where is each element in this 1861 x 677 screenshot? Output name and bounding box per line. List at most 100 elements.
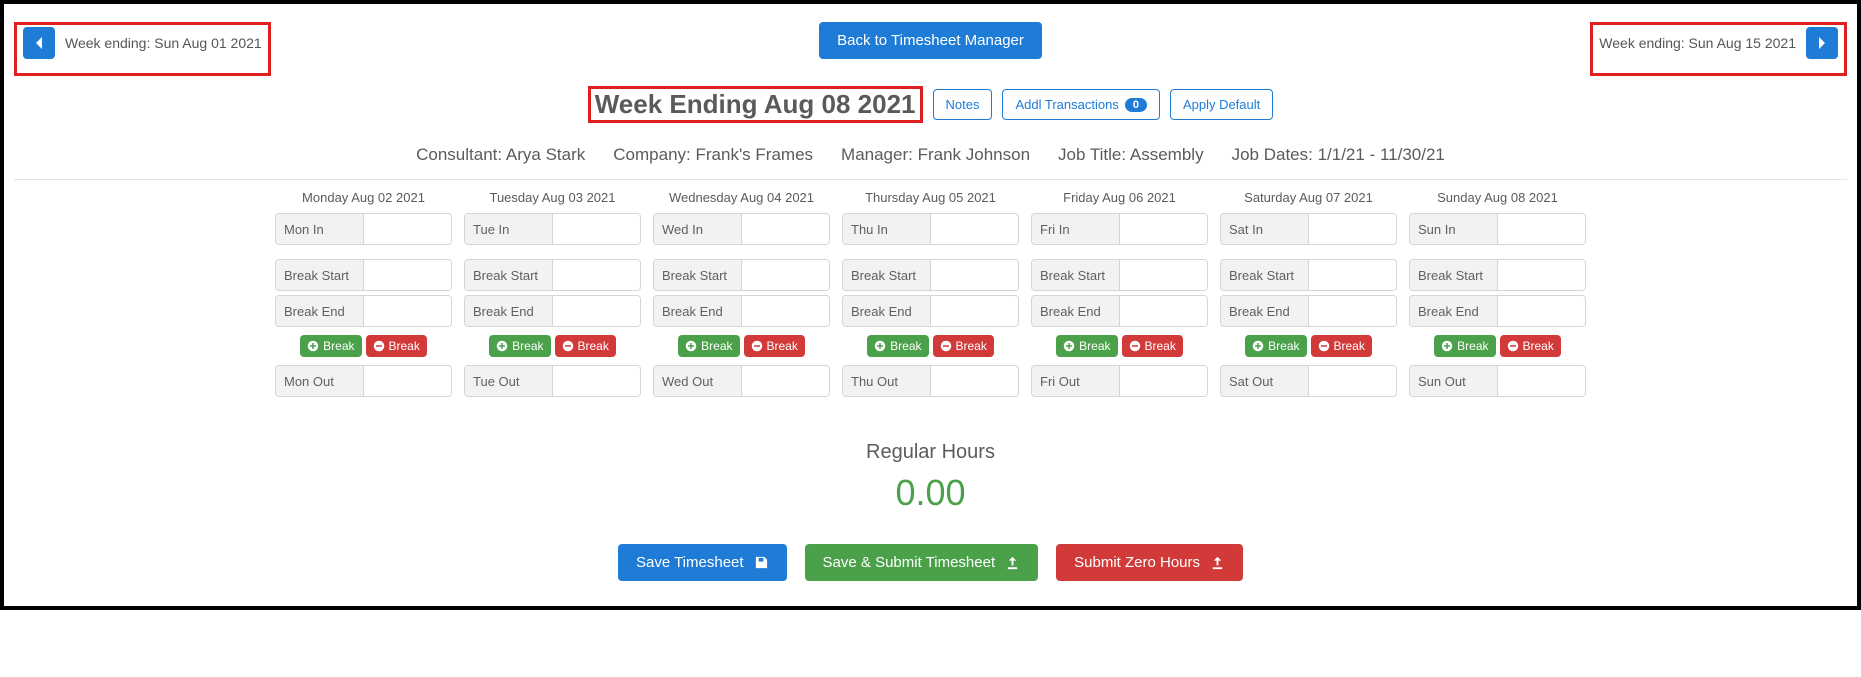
day-header: Tuesday Aug 03 2021 — [489, 190, 615, 205]
break-buttons: BreakBreak — [489, 335, 616, 357]
day-header: Thursday Aug 05 2021 — [865, 190, 996, 205]
time-in-input[interactable] — [364, 214, 451, 244]
break-buttons: BreakBreak — [1434, 335, 1561, 357]
break-start-input[interactable] — [931, 260, 1018, 290]
minus-circle-icon — [373, 340, 385, 352]
remove-break-button[interactable]: Break — [1311, 335, 1372, 357]
remove-break-button[interactable]: Break — [1500, 335, 1561, 357]
break-start-row: Break Start — [1031, 259, 1208, 291]
submit-zero-button[interactable]: Submit Zero Hours — [1056, 544, 1243, 581]
add-break-button[interactable]: Break — [1434, 335, 1495, 357]
break-start-input[interactable] — [364, 260, 451, 290]
time-out-input[interactable] — [1498, 366, 1585, 396]
time-out-input[interactable] — [931, 366, 1018, 396]
add-break-button[interactable]: Break — [1056, 335, 1117, 357]
next-week-label: Week ending: Sun Aug 15 2021 — [1599, 35, 1796, 51]
add-break-button[interactable]: Break — [1245, 335, 1306, 357]
add-break-button[interactable]: Break — [489, 335, 550, 357]
regular-hours-value: 0.00 — [14, 472, 1847, 514]
time-in-input[interactable] — [1309, 214, 1396, 244]
plus-circle-icon — [1252, 340, 1264, 352]
plus-circle-icon — [496, 340, 508, 352]
add-break-button[interactable]: Break — [867, 335, 928, 357]
time-out-label: Sun Out — [1410, 366, 1498, 396]
action-row: Save Timesheet Save & Submit Timesheet S… — [14, 544, 1847, 581]
prev-week-label: Week ending: Sun Aug 01 2021 — [65, 35, 262, 51]
prev-week-button[interactable] — [23, 27, 55, 59]
time-in-input[interactable] — [1498, 214, 1585, 244]
minus-circle-icon — [1507, 340, 1519, 352]
apply-default-button[interactable]: Apply Default — [1170, 89, 1273, 120]
upload-icon — [1210, 555, 1225, 570]
break-start-input[interactable] — [1309, 260, 1396, 290]
time-out-input[interactable] — [1120, 366, 1207, 396]
break-start-row: Break Start — [653, 259, 830, 291]
time-out-input[interactable] — [1309, 366, 1396, 396]
addl-transactions-button[interactable]: Addl Transactions 0 — [1002, 89, 1159, 120]
plus-circle-icon — [1063, 340, 1075, 352]
day-grid: Monday Aug 02 2021 Mon In Break Start Break… — [14, 190, 1847, 401]
break-end-input[interactable] — [553, 296, 640, 326]
break-end-row: Break End — [1220, 295, 1397, 327]
break-end-input[interactable] — [364, 296, 451, 326]
add-break-button[interactable]: Break — [678, 335, 739, 357]
remove-break-button[interactable]: Break — [933, 335, 994, 357]
time-in-row: Fri In — [1031, 213, 1208, 245]
break-start-row: Break Start — [275, 259, 452, 291]
break-end-input[interactable] — [1120, 296, 1207, 326]
notes-button[interactable]: Notes — [933, 89, 993, 120]
day-header: Friday Aug 06 2021 — [1063, 190, 1176, 205]
time-in-input[interactable] — [1120, 214, 1207, 244]
time-out-input[interactable] — [742, 366, 829, 396]
time-in-label: Tue In — [465, 214, 553, 244]
break-start-input[interactable] — [1498, 260, 1585, 290]
break-end-row: Break End — [1031, 295, 1208, 327]
time-out-row: Tue Out — [464, 365, 641, 397]
time-out-input[interactable] — [364, 366, 451, 396]
time-in-label: Thu In — [843, 214, 931, 244]
minus-circle-icon — [1129, 340, 1141, 352]
break-start-input[interactable] — [553, 260, 640, 290]
break-start-input[interactable] — [742, 260, 829, 290]
time-in-input[interactable] — [553, 214, 640, 244]
job-title-info: Job Title: Assembly — [1058, 145, 1204, 165]
time-out-label: Fri Out — [1032, 366, 1120, 396]
break-end-label: Break End — [276, 296, 364, 326]
time-out-input[interactable] — [553, 366, 640, 396]
break-end-input[interactable] — [742, 296, 829, 326]
break-start-label: Break Start — [1221, 260, 1309, 290]
prev-week-block: Week ending: Sun Aug 01 2021 — [14, 22, 271, 76]
add-break-button[interactable]: Break — [300, 335, 361, 357]
day-header: Monday Aug 02 2021 — [302, 190, 425, 205]
next-week-block: Week ending: Sun Aug 15 2021 — [1590, 22, 1847, 76]
break-end-input[interactable] — [931, 296, 1018, 326]
remove-break-button[interactable]: Break — [1122, 335, 1183, 357]
save-icon — [754, 555, 769, 570]
break-end-input[interactable] — [1309, 296, 1396, 326]
save-timesheet-button[interactable]: Save Timesheet — [618, 544, 787, 581]
upload-icon — [1005, 555, 1020, 570]
remove-break-button[interactable]: Break — [744, 335, 805, 357]
time-in-input[interactable] — [742, 214, 829, 244]
remove-break-button[interactable]: Break — [555, 335, 616, 357]
break-start-input[interactable] — [1120, 260, 1207, 290]
break-end-label: Break End — [654, 296, 742, 326]
day-header: Saturday Aug 07 2021 — [1244, 190, 1373, 205]
time-out-label: Tue Out — [465, 366, 553, 396]
regular-hours-label: Regular Hours — [14, 441, 1847, 464]
plus-circle-icon — [1441, 340, 1453, 352]
remove-break-button[interactable]: Break — [366, 335, 427, 357]
time-in-label: Sat In — [1221, 214, 1309, 244]
manager-info: Manager: Frank Johnson — [841, 145, 1030, 165]
time-in-input[interactable] — [931, 214, 1018, 244]
week-nav-row: Week ending: Sun Aug 01 2021 Back to Tim… — [14, 22, 1847, 76]
break-end-input[interactable] — [1498, 296, 1585, 326]
time-in-label: Mon In — [276, 214, 364, 244]
save-submit-button[interactable]: Save & Submit Timesheet — [805, 544, 1039, 581]
back-to-manager-button[interactable]: Back to Timesheet Manager — [819, 22, 1042, 59]
title-row: Week Ending Aug 08 2021 Notes Addl Trans… — [14, 86, 1847, 123]
break-buttons: BreakBreak — [300, 335, 427, 357]
totals-block: Regular Hours 0.00 — [14, 441, 1847, 514]
time-in-row: Sun In — [1409, 213, 1586, 245]
next-week-button[interactable] — [1806, 27, 1838, 59]
